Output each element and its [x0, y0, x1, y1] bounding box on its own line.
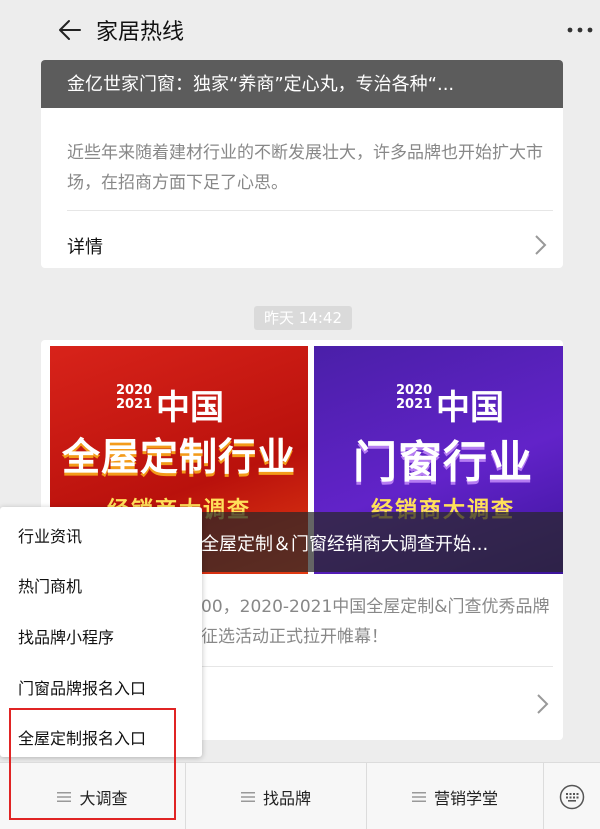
cover-year: 2020 2021: [116, 383, 153, 412]
cover-china-label: 中国: [436, 388, 504, 428]
cover-headline: 门窗行业: [353, 437, 533, 488]
details-label: 详情: [67, 237, 103, 258]
menu-item-hot-opportunities[interactable]: 热门商机: [18, 573, 82, 597]
official-account-menu-bar: 大调查 找品牌 营销学堂: [0, 762, 600, 829]
message-timestamp: 昨天 14:42: [254, 306, 352, 330]
menu-item-brand-mini-program[interactable]: 找品牌小程序: [18, 624, 114, 648]
submenu-popup: 行业资讯 热门商机 找品牌小程序 门窗品牌报名入口 全屋定制报名入口: [0, 507, 202, 757]
menu-lines-icon: [411, 791, 426, 802]
menu-item-door-window-signup[interactable]: 门窗品牌报名入口: [18, 675, 146, 699]
keyboard-toggle-button[interactable]: [544, 763, 600, 829]
tab-label: 找品牌: [262, 788, 311, 808]
more-options-icon[interactable]: [566, 24, 594, 36]
page-title: 家居热线: [96, 20, 185, 45]
tab-marketing-school[interactable]: 营销学堂: [367, 763, 544, 829]
menu-lines-icon: [57, 791, 72, 802]
article-title: 全屋定制＆门窗经销商大调查开始...: [201, 534, 489, 555]
tab-label: 营销学堂: [433, 788, 498, 808]
menu-item-custom-furniture-signup[interactable]: 全屋定制报名入口: [18, 725, 146, 749]
chevron-right-icon: [535, 235, 547, 255]
article-summary: 00，2020-2021中国全屋定制&门查优秀品牌征选活动正式拉开帷幕！: [201, 597, 550, 647]
article-card-1[interactable]: 金亿世家门窗：独家“养商”定心丸，专治各种“... 近些年来随着建材行业的不断发…: [41, 60, 563, 268]
keyboard-icon: [559, 784, 585, 809]
divider: [67, 210, 553, 211]
wechat-official-account-page: 家居热线 金亿世家门窗：独家“养商”定心丸，专治各种“... 近些年来随着建材行…: [0, 0, 600, 829]
article-title: 金亿世家门窗：独家“养商”定心丸，专治各种“...: [67, 74, 455, 95]
tab-label: 大调查: [79, 788, 128, 808]
divider: [201, 666, 553, 667]
menu-item-industry-news[interactable]: 行业资讯: [18, 523, 82, 547]
cover-headline: 全屋定制行业: [61, 435, 296, 479]
menu-lines-icon: [240, 791, 255, 802]
cover-china-label: 中国: [156, 388, 224, 428]
tab-find-brand[interactable]: 找品牌: [186, 763, 367, 829]
cover-year: 2020 2021: [396, 383, 433, 412]
details-link[interactable]: 详情: [67, 225, 557, 265]
tab-survey[interactable]: 大调查: [0, 763, 186, 829]
article-banner: 金亿世家门窗：独家“养商”定心丸，专治各种“...: [41, 60, 563, 108]
article-summary: 近些年来随着建材行业的不断发展壮大，许多品牌也开始扩大市场，在招商方面下足了心思…: [67, 143, 543, 193]
back-arrow-icon[interactable]: [56, 16, 84, 44]
top-navigation-bar: 家居热线: [0, 0, 600, 62]
chevron-right-icon[interactable]: [535, 690, 551, 718]
